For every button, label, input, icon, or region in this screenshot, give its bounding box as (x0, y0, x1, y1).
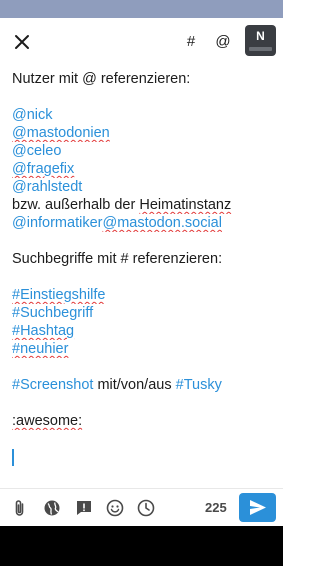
content-warning-icon[interactable] (74, 498, 94, 518)
emoji-code: :awesome: (12, 413, 83, 429)
avatar-glyph: N (256, 29, 265, 43)
hashtag-neuhier: #neuhier (12, 341, 69, 357)
send-button[interactable] (239, 493, 276, 522)
text-cursor (12, 448, 14, 466)
mention-nick: @nick (12, 107, 53, 123)
emoji-icon[interactable] (105, 498, 125, 518)
hashtag-tusky: #Tusky (175, 377, 222, 393)
mentions-heading: Nutzer mit @ referenzieren: (12, 71, 191, 87)
globe-icon[interactable] (42, 498, 62, 518)
attach-icon[interactable] (10, 498, 30, 518)
status-bar (0, 0, 283, 18)
remote-account-user: @informatiker (12, 215, 103, 231)
mention-mastodonien: @mastodonien (12, 125, 110, 141)
remote-account-domain: @mastodon.social (102, 215, 222, 231)
remote-account: @informatiker@mastodon.social (12, 214, 271, 232)
hashtag-screenshot: #Screenshot (12, 377, 94, 393)
hashtag-button[interactable]: # (182, 32, 200, 52)
system-navigation-bar (0, 526, 283, 566)
schedule-icon[interactable] (136, 498, 156, 518)
avatar-stripe (249, 47, 272, 51)
compose-bottom-bar: 225 (0, 488, 283, 526)
hashtags-heading: Suchbegriffe mit # referenzieren: (12, 251, 223, 267)
screenshot-line: #Screenshot mit/von/aus #Tusky (12, 376, 271, 394)
mention-celeo: @celeo (12, 143, 62, 159)
hashtag-hashtag: #Hashtag (12, 323, 75, 339)
character-counter: 225 (205, 500, 227, 515)
remote-prefix: bzw. außerhalb der (12, 197, 140, 213)
send-icon (250, 500, 266, 515)
mention-button[interactable]: @ (213, 32, 233, 52)
avatar[interactable]: N (245, 25, 276, 56)
compose-text-area[interactable]: Nutzer mit @ referenzieren: @nick @masto… (0, 64, 283, 482)
compose-toolbar: # @ N (0, 18, 283, 64)
hashtag-suchbegriff: #Suchbegriff (12, 305, 94, 321)
mention-fragefix: @fragefix (12, 161, 75, 177)
remote-line: bzw. außerhalb der Heimatinstanz (12, 196, 271, 214)
remote-word: Heimatinstanz (139, 197, 232, 213)
screenshot-middle: mit/von/aus (93, 377, 176, 393)
mention-rahlstedt: @rahlstedt (12, 179, 83, 195)
hashtag-einstiegshilfe: #Einstiegshilfe (12, 287, 106, 303)
close-icon[interactable] (12, 32, 32, 52)
